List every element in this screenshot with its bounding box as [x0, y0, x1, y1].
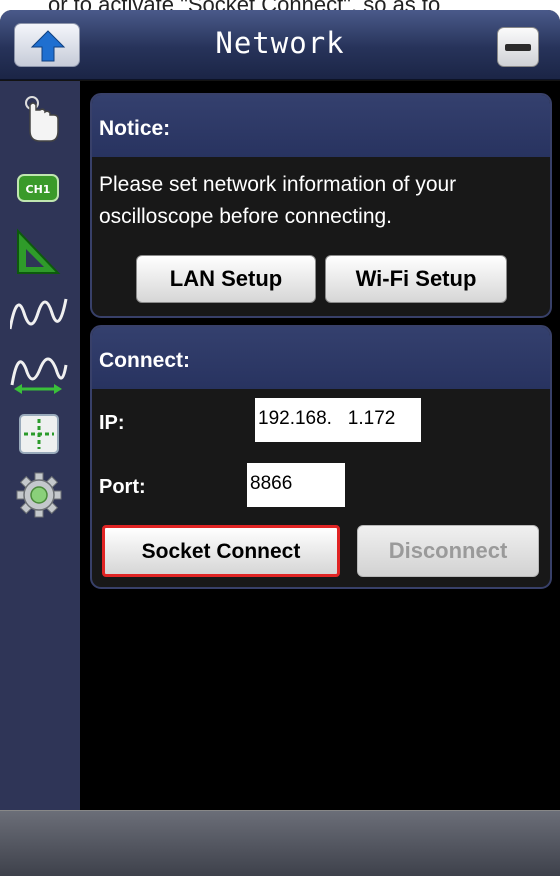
main-area: Notice: Please set network information o…: [80, 81, 560, 812]
connect-title: Connect:: [92, 327, 550, 389]
app-window: Network CH1 Notice: Please set network i…: [0, 10, 560, 876]
cursor-icon[interactable]: [10, 407, 70, 463]
ip-label: IP:: [99, 412, 125, 434]
page-title: Network: [215, 26, 345, 60]
touch-hand-icon[interactable]: [10, 91, 70, 147]
port-field[interactable]: 8866: [247, 463, 345, 507]
back-button[interactable]: [14, 23, 80, 67]
socket-connect-button[interactable]: Socket Connect: [102, 525, 340, 577]
bottom-bar: [0, 810, 560, 876]
connect-panel: Connect: IP: 192.168. 1.172 Port: 8866 S…: [90, 325, 552, 589]
notice-panel: Notice: Please set network information o…: [90, 93, 552, 318]
waveform-icon[interactable]: [8, 285, 70, 341]
title-bar: Network: [0, 10, 560, 80]
gear-icon[interactable]: [10, 467, 70, 523]
channel-ch1-icon[interactable]: CH1: [10, 161, 70, 217]
measure-waveform-icon[interactable]: [10, 345, 70, 401]
wifi-setup-button[interactable]: Wi-Fi Setup: [325, 255, 507, 303]
minimize-button[interactable]: [497, 27, 539, 67]
port-label: Port:: [99, 476, 146, 498]
disconnect-button[interactable]: Disconnect: [357, 525, 539, 577]
notice-text-line: oscilloscope before connecting.: [99, 205, 393, 228]
notice-text-line: Please set network information of your: [99, 173, 457, 196]
left-toolbar: CH1: [0, 81, 80, 812]
notice-text: Please set network information of your o…: [92, 157, 550, 233]
ip-address-field[interactable]: 192.168. 1.172: [255, 398, 421, 442]
lan-setup-button[interactable]: LAN Setup: [136, 255, 316, 303]
svg-text:CH1: CH1: [26, 183, 51, 196]
notice-title: Notice:: [92, 95, 550, 157]
up-arrow-icon: [30, 30, 66, 62]
trigger-icon[interactable]: [10, 223, 70, 279]
